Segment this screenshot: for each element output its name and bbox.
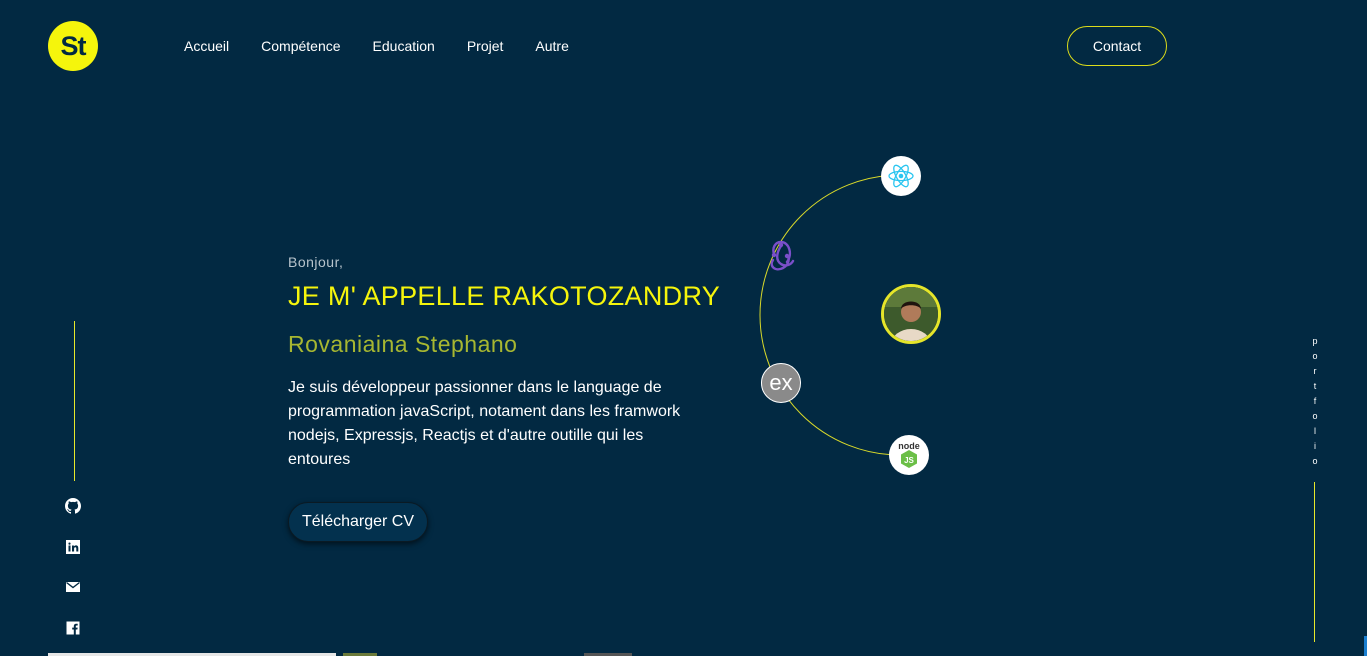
vertical-letter: p bbox=[1312, 336, 1318, 346]
redux-icon bbox=[761, 234, 801, 274]
vertical-letter: f bbox=[1313, 396, 1317, 406]
linkedin-icon[interactable] bbox=[63, 537, 83, 557]
facebook-icon[interactable] bbox=[63, 618, 83, 638]
node-icon: node JS bbox=[889, 435, 929, 475]
react-icon bbox=[881, 156, 921, 196]
page: St Accueil Compétence Education Projet A… bbox=[0, 0, 1367, 656]
nav-education[interactable]: Education bbox=[373, 38, 435, 54]
vertical-letter: o bbox=[1312, 411, 1318, 421]
logo[interactable]: St bbox=[48, 21, 98, 71]
vertical-letter: o bbox=[1312, 456, 1318, 466]
right-divider-line bbox=[1314, 482, 1315, 642]
logo-text: St bbox=[60, 30, 87, 61]
express-icon-text: ex bbox=[769, 370, 793, 395]
node-icon-text: node bbox=[898, 441, 920, 451]
vertical-portfolio-text: portfolio bbox=[1311, 334, 1319, 469]
hero-name: JE M' APPELLE RAKOTOZANDRY bbox=[288, 281, 721, 311]
github-icon[interactable] bbox=[63, 496, 83, 516]
nav-projet[interactable]: Projet bbox=[467, 38, 504, 54]
vertical-letter: r bbox=[1313, 366, 1317, 376]
express-icon: ex bbox=[761, 363, 801, 403]
greeting-text: Bonjour, bbox=[288, 254, 344, 270]
mail-icon[interactable] bbox=[63, 577, 83, 597]
nav-competence[interactable]: Compétence bbox=[261, 38, 340, 54]
node-js-text: JS bbox=[904, 456, 914, 465]
nav-accueil[interactable]: Accueil bbox=[184, 38, 229, 54]
nav-autre[interactable]: Autre bbox=[535, 38, 568, 54]
vertical-letter: l bbox=[1314, 426, 1316, 436]
vertical-letter: t bbox=[1313, 381, 1317, 391]
main-nav: Accueil Compétence Education Projet Autr… bbox=[184, 38, 601, 54]
left-divider-line bbox=[74, 321, 75, 481]
orbit-arc bbox=[759, 174, 901, 456]
hero-description: Je suis développeur passionner dans le l… bbox=[288, 379, 681, 468]
hero-subname: Rovaniaina Stephano bbox=[288, 331, 518, 357]
vertical-letter: o bbox=[1312, 351, 1318, 361]
download-cv-button[interactable]: Télécharger CV bbox=[288, 502, 428, 542]
avatar bbox=[881, 284, 941, 344]
contact-button[interactable]: Contact bbox=[1067, 26, 1167, 66]
vertical-letter: i bbox=[1314, 441, 1316, 451]
